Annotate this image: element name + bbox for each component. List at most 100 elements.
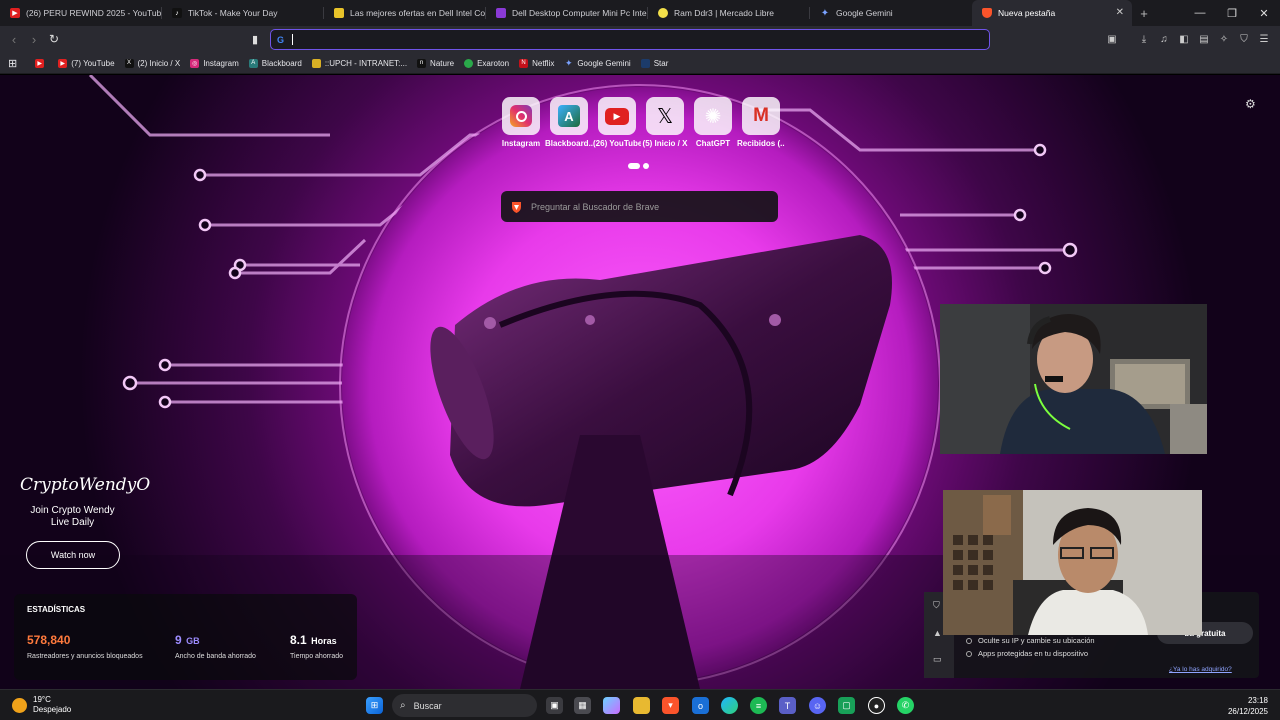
store-icon [496, 8, 506, 18]
bookmark-star[interactable]: Star [640, 58, 668, 68]
stat-value: 578,840 [27, 633, 71, 647]
new-tab-button[interactable]: + [1132, 0, 1156, 26]
media-icon[interactable]: ♫ [1156, 31, 1172, 47]
forward-icon[interactable]: › [26, 31, 42, 47]
shortcut-chatgpt[interactable]: ✺ ChatGPT [689, 97, 737, 148]
system-clock[interactable]: 23:18 26/12/2025 [1228, 695, 1268, 717]
tab-dell-desktop[interactable]: Dell Desktop Computer Mini Pc Intel [486, 0, 648, 26]
address-input[interactable] [293, 34, 989, 45]
settings-gear-icon[interactable]: ⚙ [1245, 97, 1256, 111]
brave-search-box[interactable] [501, 191, 778, 222]
stat-value: 8.1 [290, 633, 307, 647]
obs-icon[interactable]: ● [868, 697, 885, 714]
mercadolibre-icon [658, 8, 668, 18]
screenshot-icon[interactable]: ▣ [1104, 31, 1120, 47]
tab-tiktok[interactable]: ♪ TikTok - Make Your Day [162, 0, 324, 26]
bookmark-nature[interactable]: n Nature [417, 58, 454, 68]
outlook-icon[interactable]: o [692, 697, 709, 714]
shortcut-tile: A [550, 97, 588, 135]
leo-ai-icon[interactable]: ✧ [1216, 31, 1232, 47]
maximize-icon[interactable]: ❐ [1216, 0, 1248, 26]
apps-grid-icon[interactable]: ⊞ [8, 57, 17, 70]
tab-google-gemini[interactable]: ✦ Google Gemini [810, 0, 972, 26]
tiktok-icon: ♪ [172, 8, 182, 18]
bookmark-upch[interactable]: ::UPCH - INTRANET:... [311, 58, 407, 68]
bookmark-icon[interactable]: ▮ [247, 31, 263, 47]
bookmark-youtube-icon-only[interactable]: ▶ [35, 58, 48, 68]
alert-icon[interactable]: ▲ [933, 628, 942, 638]
bookmarks-bar: ⊞ ▶ ▶ (7) YouTube X (2) Inicio / X ◎ Instag… [0, 53, 1280, 74]
blackboard-icon: A [558, 105, 580, 127]
close-tab-icon[interactable]: ✕ [1116, 7, 1124, 18]
minimize-icon[interactable]: — [1184, 0, 1216, 26]
shortcut-label: Instagram [501, 139, 541, 148]
bookmark-exaroton[interactable]: Exaroton [464, 58, 509, 68]
whatsapp-icon[interactable]: ✆ [897, 697, 914, 714]
vpn-shield-icon[interactable]: ⛉ [933, 600, 940, 611]
spotify-icon[interactable]: ≡ [750, 697, 767, 714]
edge-icon[interactable] [721, 697, 738, 714]
tab-nueva-pestana[interactable]: Nueva pestaña ✕ [972, 0, 1132, 26]
bookmark-blackboard[interactable]: A Blackboard [248, 58, 302, 68]
nature-icon: n [417, 58, 427, 68]
back-icon[interactable]: ‹ [6, 31, 22, 47]
tab-title: Ram Ddr3 | Mercado Libre [674, 8, 774, 18]
address-bar[interactable]: G [270, 29, 990, 50]
task-view-icon[interactable]: ▣ [546, 697, 563, 714]
shortcut-youtube[interactable]: ▶ (26) YouTube [593, 97, 641, 148]
watch-now-button[interactable]: Watch now [26, 541, 120, 569]
stat-description: Rastreadores y anuncios bloqueados [27, 653, 143, 660]
already-purchased-link[interactable]: ¿Ya lo has adquirido? [1169, 666, 1232, 673]
menu-icon[interactable]: ☰ [1256, 31, 1272, 47]
shortcut-x[interactable]: 𝕏 (5) Inicio / X [641, 97, 689, 148]
file-explorer-icon[interactable] [633, 697, 650, 714]
gemini-icon: ✦ [820, 7, 830, 19]
page-dot[interactable] [643, 163, 649, 169]
shortcut-label: Recibidos (... [737, 139, 785, 148]
bookmark-label: (2) Inicio / X [137, 58, 181, 68]
discord-icon[interactable]: ☺ [809, 697, 826, 714]
tab-strip: ▶ (26) PERU REWIND 2025 - YouTube ♪ TikT… [0, 0, 1280, 26]
weather-widget[interactable]: 19°C Despejado [12, 695, 71, 715]
tab-dell-ofertas[interactable]: Las mejores ofertas en Dell Intel Core [324, 0, 486, 26]
webcam-image [943, 490, 1202, 635]
reload-icon[interactable]: ↻ [46, 31, 62, 47]
bookmark-netflix[interactable]: N Netflix [519, 58, 554, 68]
bookmark-gemini[interactable]: ✦ Google Gemini [564, 58, 631, 68]
teams-icon[interactable]: T [779, 697, 796, 714]
start-icon[interactable]: ⊞ [366, 697, 383, 714]
shortcut-gmail[interactable]: M Recibidos (... [737, 97, 785, 148]
browser-window: ▶ (26) PERU REWIND 2025 - YouTube ♪ TikT… [0, 0, 1280, 720]
brave-browser-icon[interactable]: ▾ [662, 697, 679, 714]
shortcut-label: ChatGPT [695, 139, 731, 148]
bookmark-youtube[interactable]: ▶ (7) YouTube [58, 58, 115, 68]
app-icon[interactable]: ▢ [838, 697, 855, 714]
card-icon[interactable]: ▭ [933, 654, 942, 665]
copilot-icon[interactable] [603, 697, 620, 714]
bookmark-instagram[interactable]: ◎ Instagram [190, 58, 239, 68]
promo-tagline: Join Crypto Wendy Live Daily [30, 505, 115, 528]
taskbar-search[interactable]: ⌕ Buscar [392, 694, 537, 717]
bookmark-x[interactable]: X (2) Inicio / X [124, 58, 181, 68]
wallet-icon[interactable]: ▤ [1196, 31, 1212, 47]
tab-mercado-libre[interactable]: Ram Ddr3 | Mercado Libre [648, 0, 810, 26]
bookmark-label: Instagram [203, 58, 239, 68]
tab-title: TikTok - Make Your Day [188, 8, 278, 18]
search-input[interactable] [531, 201, 751, 212]
sidebar-icon[interactable]: ◧ [1176, 31, 1192, 47]
shortcut-tile [502, 97, 540, 135]
close-window-icon[interactable]: ✕ [1248, 0, 1280, 26]
shortcut-blackboard[interactable]: A Blackboard... [545, 97, 593, 148]
shortcut-instagram[interactable]: Instagram [497, 97, 545, 148]
page-dot-active[interactable] [628, 163, 640, 169]
google-icon: G [277, 34, 285, 45]
vpn-shield-icon[interactable]: ⛉ [1236, 31, 1252, 47]
brave-lion-icon [512, 201, 521, 213]
download-icon[interactable]: ⤓ [1136, 31, 1152, 47]
tab-youtube-peru-rewind[interactable]: ▶ (26) PERU REWIND 2025 - YouTube [0, 0, 162, 26]
stat-unit: GB [186, 636, 200, 646]
store-icon[interactable]: ▦ [574, 697, 591, 714]
windows-taskbar: 19°C Despejado ⊞ ⌕ Buscar ▣ ▦ ▾ o ≡ T ☺ … [0, 689, 1280, 720]
shortcut-tile: ✺ [694, 97, 732, 135]
stat-description: Tiempo ahorrado [290, 653, 344, 660]
